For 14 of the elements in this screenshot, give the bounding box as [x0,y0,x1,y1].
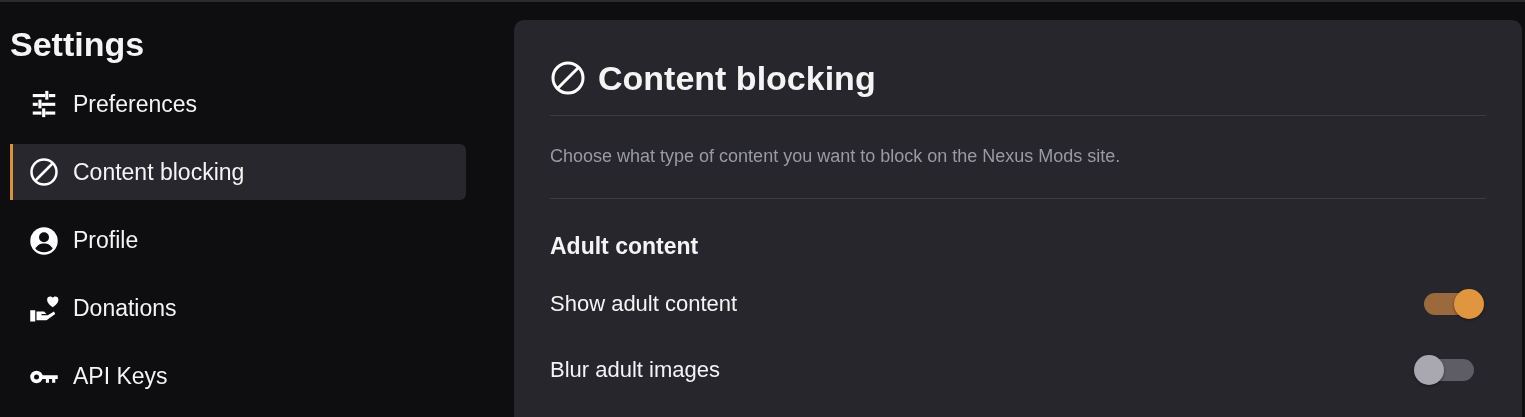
prohibited-icon [29,157,59,188]
sidebar-title: Settings [10,24,145,64]
panel-description: Choose what type of content you want to block on the Nexus Mods site. [550,116,1486,199]
prohibited-icon [550,60,586,96]
sidebar-item[interactable]: Profile [10,212,466,269]
setting-label: Show adult content [550,291,738,317]
setting-label: Blur adult images [550,357,720,383]
sidebar-item[interactable]: Preferences [10,76,466,133]
user-icon [29,225,59,256]
section-title: Adult content [550,232,700,261]
panel-title: Content blocking [598,58,876,99]
sidebar-item[interactable]: Content blocking [10,144,466,201]
sidebar-item[interactable]: API Keys [10,348,466,405]
sidebar-item[interactable]: Donations [10,280,466,337]
